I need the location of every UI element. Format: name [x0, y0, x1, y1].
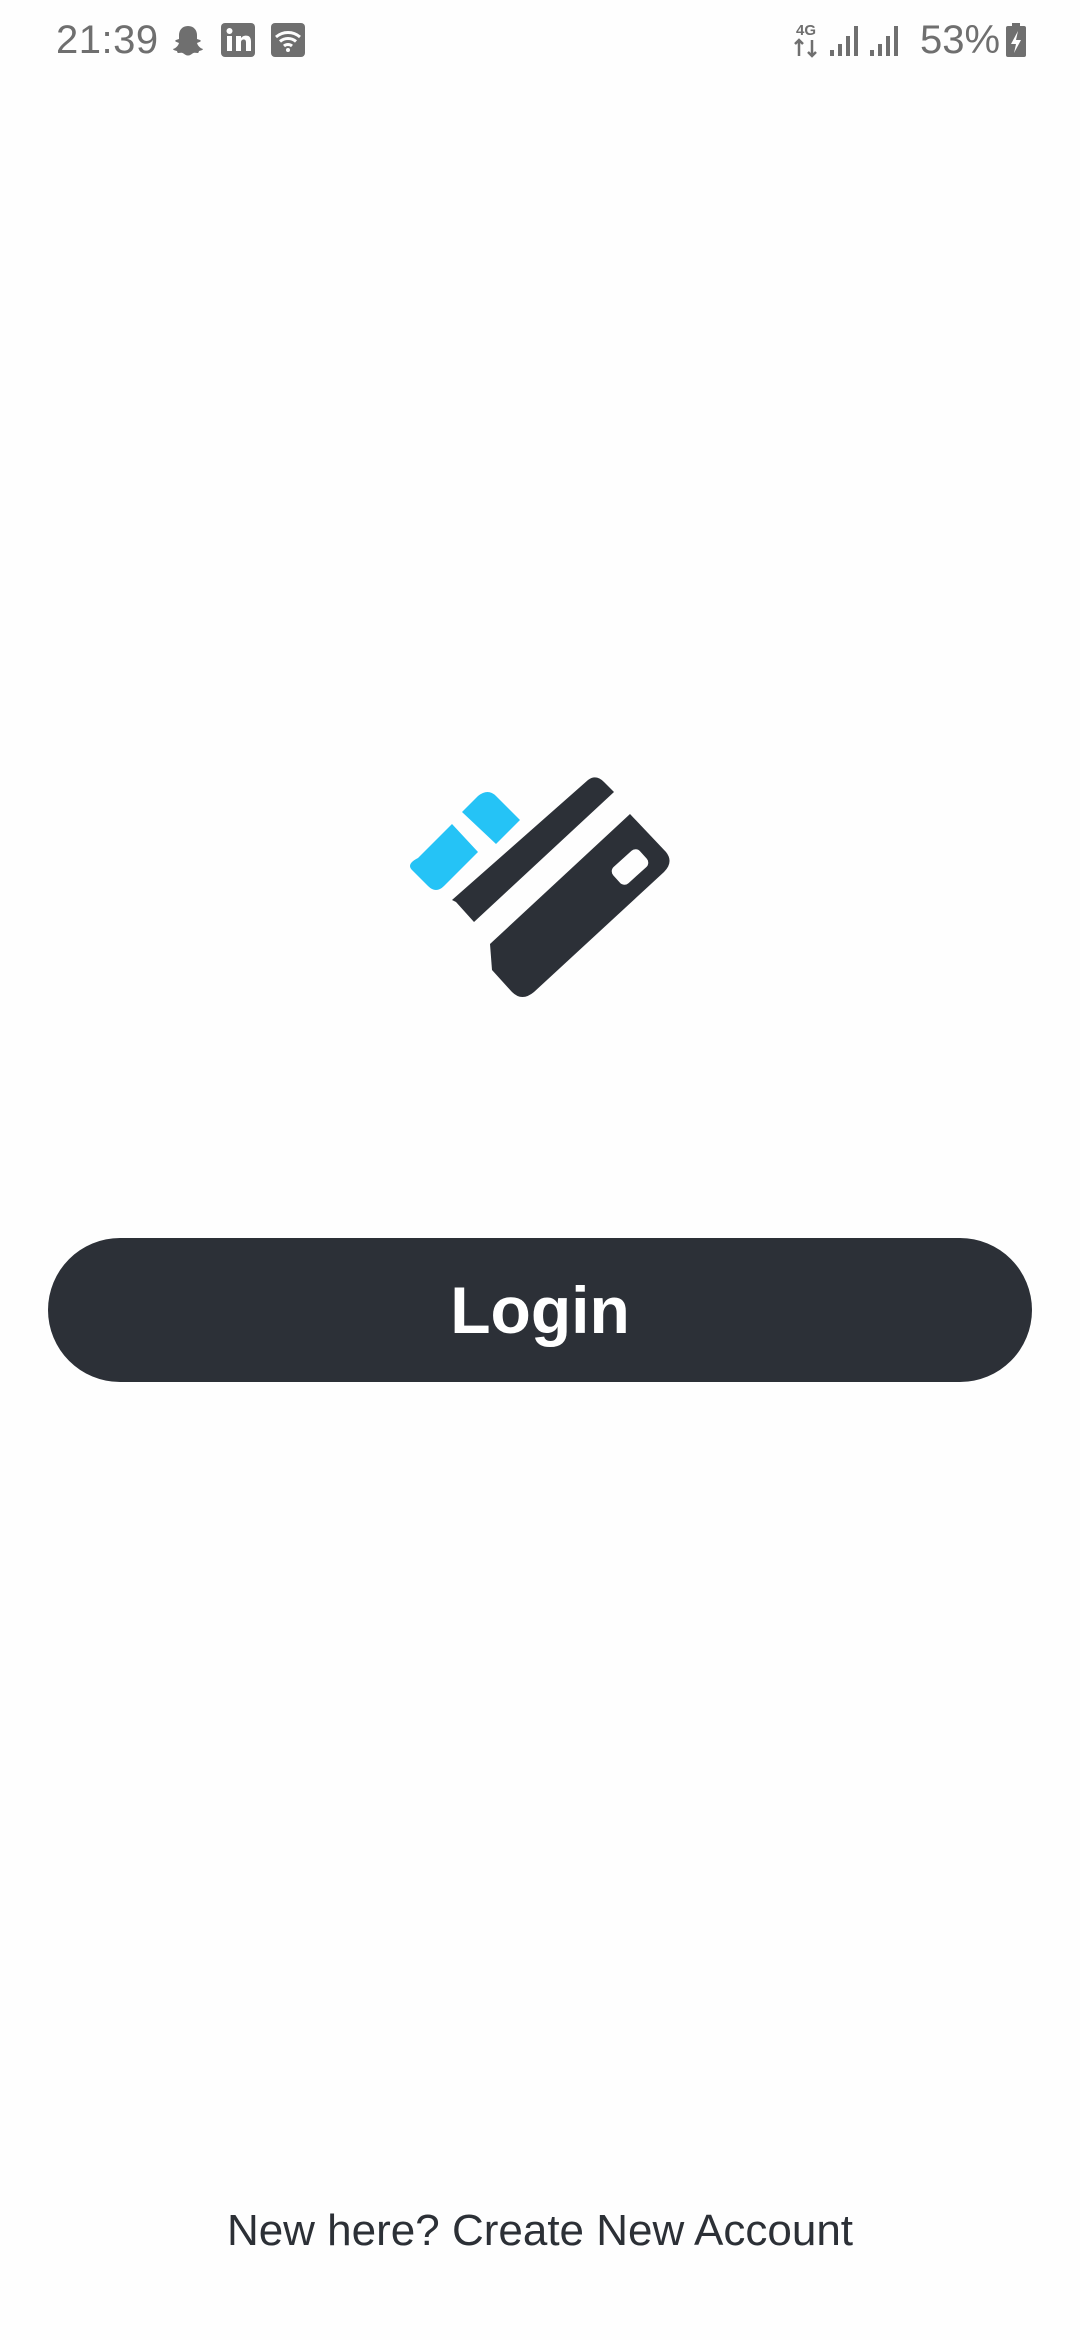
network-label: 4G — [796, 22, 816, 39]
snapchat-icon — [168, 20, 208, 60]
signal-icon — [868, 20, 902, 60]
status-bar: 21:39 4G 53% — [0, 0, 1080, 84]
linkedin-icon — [218, 20, 258, 60]
battery-percent: 53% — [920, 18, 1001, 62]
create-account-link[interactable]: New here? Create New Account — [0, 2206, 1080, 2256]
wifi-app-icon — [268, 20, 308, 60]
net-4g-icon: 4G — [790, 20, 822, 60]
login-button[interactable]: Login — [48, 1238, 1032, 1382]
credit-card-logo-icon — [410, 777, 670, 997]
signal-icon — [828, 20, 862, 60]
app-logo — [404, 776, 676, 1000]
battery-charging-icon — [1004, 20, 1028, 60]
status-time: 21:39 — [56, 18, 159, 62]
